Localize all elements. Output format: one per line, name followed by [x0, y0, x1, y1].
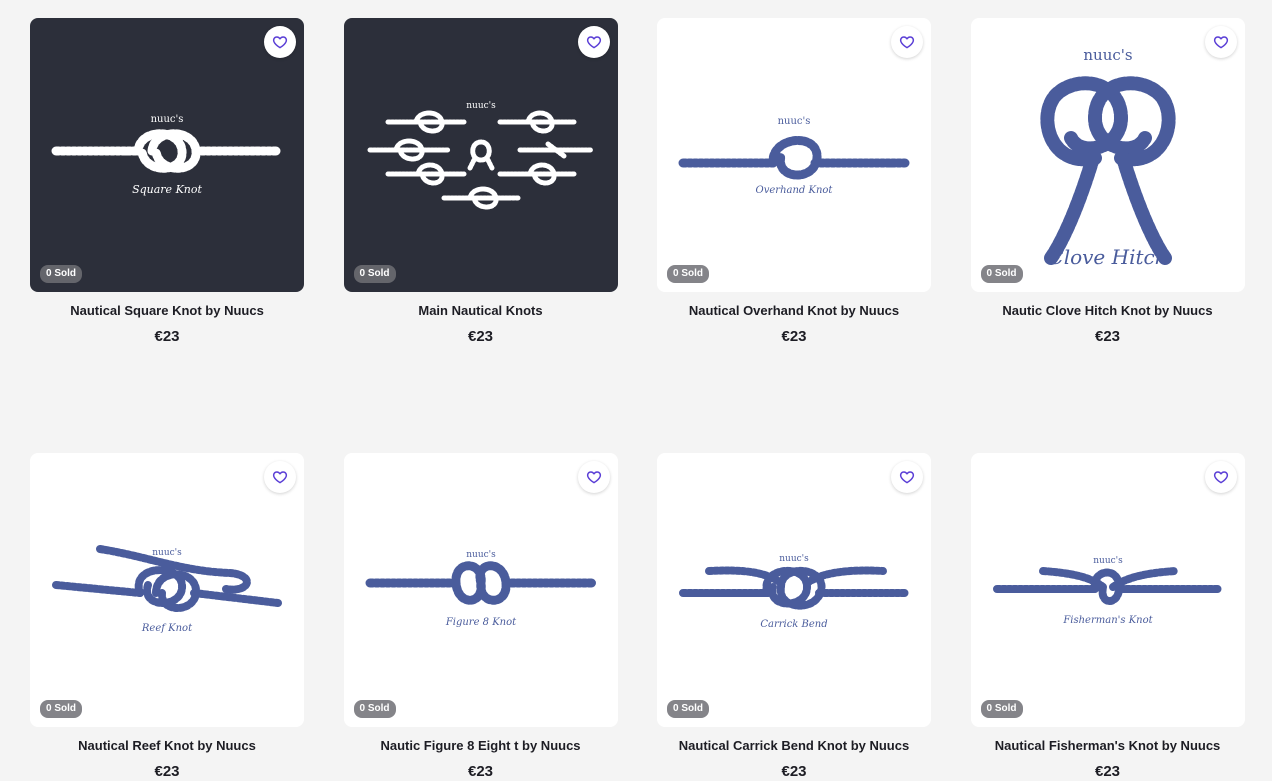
product-card[interactable]: nuuc's 0 Sold Main Nautical Knots €23: [343, 18, 618, 346]
product-title[interactable]: Nautical Fisherman's Knot by Nuucs: [971, 738, 1245, 754]
product-image[interactable]: nuuc's Fisherman's Knot 0 Sold: [970, 453, 1245, 727]
product-price: €23: [154, 763, 180, 780]
product-image[interactable]: nuuc's Reef Knot 0 Sold: [30, 453, 304, 727]
knot-artwork: nuuc's Figure 8 Knot: [365, 550, 596, 628]
art-brand: nuuc's: [152, 548, 182, 558]
product-image[interactable]: nuuc's Carrick Bend 0 Sold: [657, 453, 931, 727]
art-brand: nuuc's: [151, 114, 184, 125]
sold-badge: 0 Sold: [40, 265, 83, 283]
art-caption: Reef Knot: [141, 623, 193, 634]
product-price: €23: [1094, 763, 1121, 780]
heart-icon: [899, 471, 915, 484]
product-title[interactable]: Nautical Reef Knot by Nuucs: [30, 738, 304, 754]
product-title[interactable]: Nautic Clove Hitch Knot by Nuucs: [971, 303, 1245, 319]
product-grid: nuuc's Square Knot 0 Sold Nautical Squar…: [30, 18, 1245, 781]
art-caption: Fisherman's Knot: [1062, 615, 1153, 626]
product-price: €23: [467, 763, 494, 780]
knot-artwork: nuuc's Carrick Bend: [679, 554, 909, 630]
favorite-button[interactable]: [264, 26, 296, 58]
product-card[interactable]: nuuc's Overhand Knot 0 Sold Nautical Ove…: [657, 18, 931, 346]
favorite-button[interactable]: [1204, 461, 1237, 493]
product-image[interactable]: nuuc's Square Knot 0 Sold: [30, 18, 304, 292]
product-card[interactable]: nuuc's Square Knot 0 Sold Nautical Squar…: [30, 18, 304, 346]
product-card[interactable]: nuuc's Carrick Bend 0 Sold Nautical Carr…: [657, 453, 931, 781]
heart-icon: [1213, 36, 1228, 49]
product-card[interactable]: nuuc's Reef Knot 0 Sold Nautical Reef Kn…: [30, 453, 304, 781]
product-title[interactable]: Nautical Carrick Bend Knot by Nuucs: [657, 738, 931, 754]
knot-artwork: nuuc's Reef Knot: [52, 545, 282, 634]
art-brand: nuuc's: [779, 554, 809, 564]
art-brand: nuuc's: [466, 550, 496, 560]
art-caption: Figure 8 Knot: [444, 617, 516, 628]
heart-icon: [272, 36, 288, 49]
sold-badge: 0 Sold: [980, 265, 1023, 283]
sold-badge: 0 Sold: [353, 700, 396, 718]
product-price: €23: [781, 763, 807, 780]
product-title[interactable]: Nautic Figure 8 Eight t by Nuucs: [344, 738, 618, 754]
favorite-button[interactable]: [264, 461, 296, 493]
knot-artwork: nuuc's: [367, 101, 594, 210]
favorite-button[interactable]: [577, 26, 610, 58]
knot-artwork: nuuc's Clove Hitch: [1039, 46, 1176, 269]
art-caption: Overhand Knot: [756, 185, 834, 196]
art-brand: nuuc's: [466, 101, 496, 111]
heart-icon: [586, 471, 601, 484]
knot-artwork: nuuc's Square Knot: [51, 114, 283, 196]
sold-badge: 0 Sold: [980, 700, 1023, 718]
product-image[interactable]: nuuc's Overhand Knot 0 Sold: [657, 18, 931, 292]
sold-badge: 0 Sold: [667, 265, 710, 283]
sold-badge: 0 Sold: [40, 700, 83, 718]
heart-icon: [1213, 471, 1228, 484]
heart-icon: [586, 36, 601, 49]
favorite-button[interactable]: [1204, 26, 1237, 58]
art-brand: nuuc's: [778, 116, 811, 127]
knot-artwork: nuuc's Overhand Knot: [678, 116, 910, 196]
product-image[interactable]: nuuc's Figure 8 Knot 0 Sold: [343, 453, 618, 727]
art-caption: Clove Hitch: [1048, 245, 1167, 269]
favorite-button[interactable]: [577, 461, 610, 493]
heart-icon: [272, 471, 288, 484]
art-caption: Square Knot: [132, 183, 202, 196]
product-title[interactable]: Nautical Square Knot by Nuucs: [30, 303, 304, 319]
knot-artwork: nuuc's Fisherman's Knot: [992, 556, 1223, 626]
product-image[interactable]: nuuc's 0 Sold: [343, 18, 618, 292]
product-card[interactable]: nuuc's Fisherman's Knot 0 Sold Nautical …: [970, 453, 1245, 781]
art-caption: Carrick Bend: [760, 619, 827, 630]
sold-badge: 0 Sold: [353, 265, 396, 283]
product-price: €23: [1094, 328, 1121, 345]
favorite-button[interactable]: [891, 461, 923, 493]
heart-icon: [899, 36, 915, 49]
favorite-button[interactable]: [891, 26, 923, 58]
sold-badge: 0 Sold: [667, 700, 710, 718]
product-title[interactable]: Nautical Overhand Knot by Nuucs: [657, 303, 931, 319]
product-title[interactable]: Main Nautical Knots: [344, 303, 618, 319]
product-card[interactable]: nuuc's Figure 8 Knot 0 Sold Nautic Figur…: [343, 453, 618, 781]
product-price: €23: [154, 328, 180, 345]
art-brand: nuuc's: [1083, 46, 1132, 64]
product-price: €23: [781, 328, 807, 345]
product-card[interactable]: nuuc's Clove Hitch 0 Sold Nautic Clove H…: [970, 18, 1245, 346]
product-image[interactable]: nuuc's Clove Hitch 0 Sold: [970, 18, 1245, 292]
product-price: €23: [467, 328, 494, 345]
art-brand: nuuc's: [1093, 556, 1123, 566]
